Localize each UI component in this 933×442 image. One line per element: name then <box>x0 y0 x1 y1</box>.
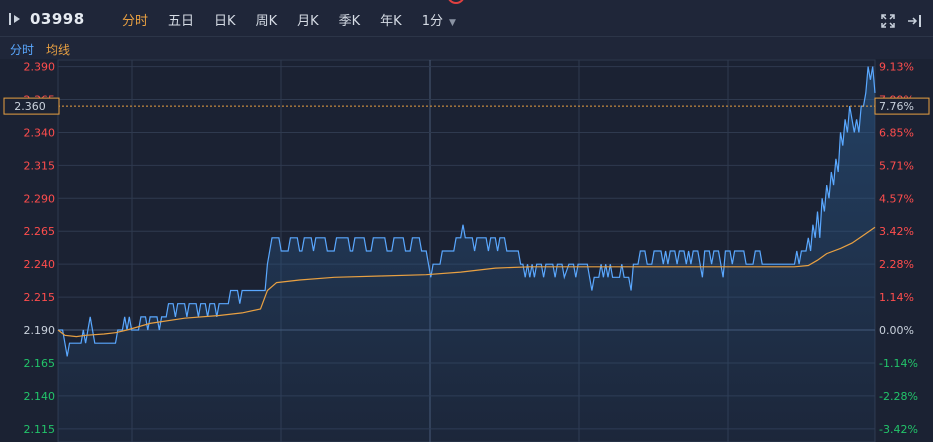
pct-tick-label: -2.28% <box>879 390 918 403</box>
price-area-fill <box>58 66 875 442</box>
pct-tick-label: -3.42% <box>879 423 918 436</box>
y-tick-label: 2.265 <box>24 225 56 238</box>
y-tick-label: 2.315 <box>24 159 56 172</box>
y-tick-label: 2.115 <box>24 423 56 436</box>
pct-tick-label: 0.00% <box>879 324 914 337</box>
crosshair-price-label: 2.360 <box>14 100 46 113</box>
pct-tick-label: 5.71% <box>879 159 914 172</box>
y-tick-label: 2.240 <box>24 258 56 271</box>
y-tick-label: 2.215 <box>24 291 56 304</box>
y-tick-label: 2.165 <box>24 357 56 370</box>
intraday-chart: 2.3909.13%2.3657.99%2.3406.85%2.3155.71%… <box>3 59 930 442</box>
crosshair-pct-label: 7.76% <box>879 100 914 113</box>
pct-tick-label: -1.14% <box>879 357 918 370</box>
pct-tick-label: 9.13% <box>879 61 914 74</box>
pct-tick-label: 6.85% <box>879 126 914 139</box>
y-tick-label: 2.390 <box>24 61 56 74</box>
y-tick-label: 2.140 <box>24 390 56 403</box>
y-tick-label: 2.290 <box>24 192 56 205</box>
y-tick-label: 2.190 <box>24 324 56 337</box>
pct-tick-label: 1.14% <box>879 291 914 304</box>
pct-tick-label: 2.28% <box>879 258 914 271</box>
pct-tick-label: 3.42% <box>879 225 914 238</box>
pct-tick-label: 4.57% <box>879 192 914 205</box>
y-tick-label: 2.340 <box>24 126 56 139</box>
